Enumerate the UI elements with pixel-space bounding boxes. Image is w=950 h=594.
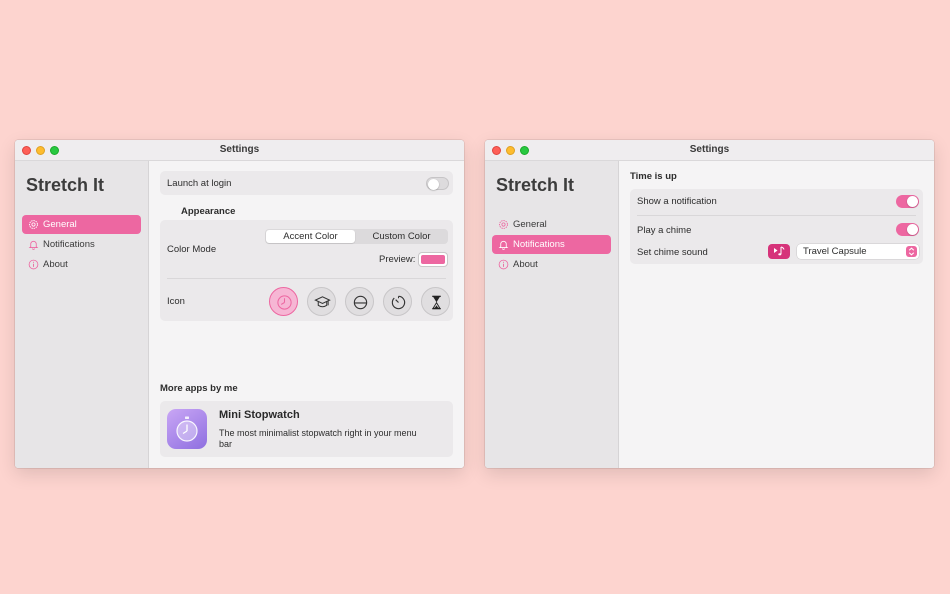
bell-icon xyxy=(28,240,39,250)
title-bar: Settings xyxy=(15,140,464,161)
app-name: Stretch It xyxy=(496,175,575,195)
toggle-knob xyxy=(428,179,439,190)
half-circle-icon xyxy=(353,295,368,310)
clock-icon xyxy=(277,295,292,310)
sidebar-item-about[interactable]: About xyxy=(22,255,141,274)
appearance-heading: Appearance xyxy=(181,206,236,217)
sidebar-item-notifications[interactable]: Notifications xyxy=(492,235,611,254)
play-chime-toggle[interactable] xyxy=(896,223,919,236)
icon-option-graduation-cap[interactable] xyxy=(307,287,336,316)
window-title: Settings xyxy=(219,144,260,155)
timer-icon xyxy=(391,295,406,310)
sidebar-item-about[interactable]: About xyxy=(492,255,611,274)
sidebar-item-notifications[interactable]: Notifications xyxy=(22,235,141,254)
launch-at-login-toggle[interactable] xyxy=(426,177,449,190)
sidebar-item-label: General xyxy=(513,219,547,230)
play-chime-label: Play a chime xyxy=(637,225,692,236)
sidebar-item-label: General xyxy=(43,219,77,230)
color-mode-label: Color Mode xyxy=(167,244,217,255)
app-name-mini-stopwatch: Mini Stopwatch xyxy=(219,409,300,421)
stopwatch-glyph xyxy=(176,416,198,442)
chime-sound-value: Travel Capsule xyxy=(803,246,867,257)
app-description: The most minimalist stopwatch right in y… xyxy=(219,428,417,449)
info-icon xyxy=(498,259,509,270)
bell-icon xyxy=(498,240,509,250)
preview-color-swatch[interactable] xyxy=(418,252,448,267)
sidebar-item-general[interactable]: General xyxy=(492,215,611,234)
icon-option-clock[interactable] xyxy=(269,287,298,316)
gear-icon xyxy=(29,220,38,229)
title-bar: Settings xyxy=(485,140,934,161)
more-apps-heading: More apps by me xyxy=(160,383,238,394)
notification-settings-card: Show a notification Play a chime Set chi… xyxy=(630,189,923,264)
gear-icon xyxy=(499,220,508,229)
segment-custom-color[interactable]: Custom Color xyxy=(356,230,447,243)
stopwatch-icon xyxy=(167,409,207,449)
hourglass-icon xyxy=(432,295,441,310)
sidebar-item-label: Notifications xyxy=(513,239,565,250)
icon-option-hourglass[interactable] xyxy=(421,287,450,316)
general-content: Launch at login Appearance Color Mode Ac… xyxy=(149,161,464,468)
launch-at-login-label: Launch at login xyxy=(167,178,232,189)
info-icon xyxy=(28,259,39,270)
icon-option-timer[interactable] xyxy=(383,287,412,316)
segment-accent-color[interactable]: Accent Color xyxy=(266,230,355,243)
launch-at-login-row: Launch at login xyxy=(160,171,453,195)
show-notification-toggle[interactable] xyxy=(896,195,919,208)
toggle-knob xyxy=(907,196,918,207)
sidebar-item-label: About xyxy=(43,259,68,270)
notifications-content: Time is up Show a notification Play a ch… xyxy=(619,161,934,468)
sidebar: Stretch It General Notifications About xyxy=(15,161,149,468)
icon-option-half-circle[interactable] xyxy=(345,287,374,316)
divider xyxy=(167,278,446,279)
set-chime-sound-label: Set chime sound xyxy=(637,247,708,258)
toggle-knob xyxy=(907,224,918,235)
icon-label: Icon xyxy=(167,296,185,307)
appearance-card: Color Mode Accent Color Custom Color Pre… xyxy=(160,220,453,321)
app-name: Stretch It xyxy=(26,175,105,195)
graduation-cap-icon xyxy=(314,296,331,308)
settings-window-general: Settings Stretch It General Notification… xyxy=(15,140,464,468)
music-note-play-icon xyxy=(774,246,785,256)
chime-sound-popup[interactable]: Travel Capsule xyxy=(797,244,919,259)
sidebar-item-label: Notifications xyxy=(43,239,95,250)
more-apps-card[interactable]: Mini Stopwatch The most minimalist stopw… xyxy=(160,401,453,457)
preview-color-fill xyxy=(421,255,445,264)
time-is-up-heading: Time is up xyxy=(630,171,677,182)
color-mode-segmented-control[interactable]: Accent Color Custom Color xyxy=(265,229,448,244)
window-title: Settings xyxy=(689,144,730,155)
settings-window-notifications: Settings Stretch It General Notification… xyxy=(485,140,934,468)
play-chime-preview-button[interactable] xyxy=(768,244,790,259)
show-notification-label: Show a notification xyxy=(637,196,717,207)
sidebar: Stretch It General Notifications About xyxy=(485,161,619,468)
preview-label: Preview: xyxy=(379,254,416,265)
sidebar-item-label: About xyxy=(513,259,538,270)
divider xyxy=(637,215,916,216)
chevron-up-down-icon xyxy=(906,246,917,257)
sidebar-item-general[interactable]: General xyxy=(22,215,141,234)
